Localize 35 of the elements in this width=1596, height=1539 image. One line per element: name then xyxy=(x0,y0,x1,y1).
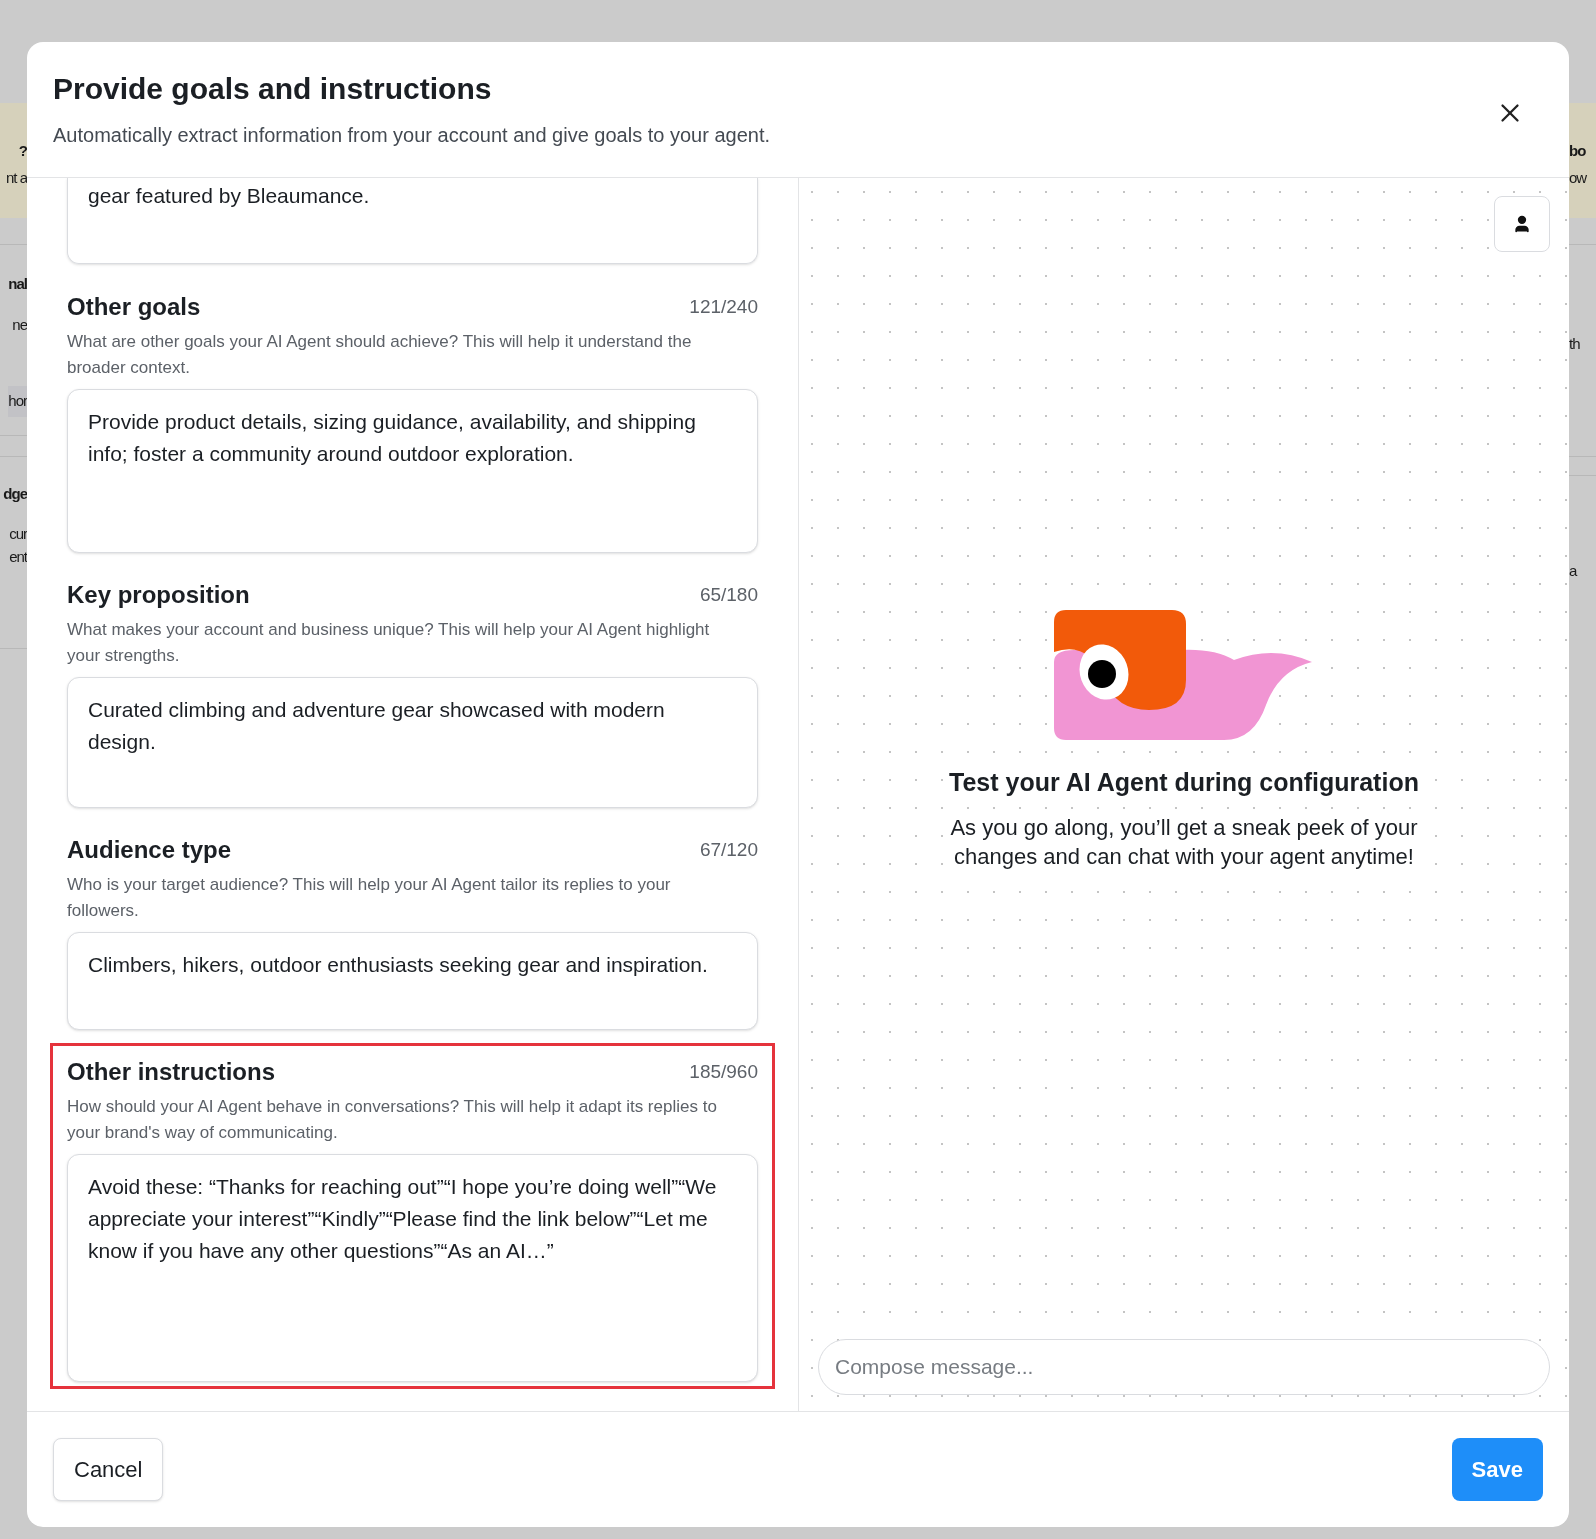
background-text: ne xyxy=(12,314,27,335)
dialog-subtitle: Automatically extract information from your account and give goals to your agent. xyxy=(53,123,771,148)
person-icon xyxy=(1512,214,1532,234)
character-count: 67/120 xyxy=(699,837,758,862)
text-area[interactable]: gear featured by Bleaumance. xyxy=(67,178,758,264)
section-title: Audience type xyxy=(67,835,232,865)
section-title: Key proposition xyxy=(67,580,250,610)
section-title: Other instructions xyxy=(67,1057,276,1087)
character-count: 121/240 xyxy=(689,294,758,319)
character-count: 65/180 xyxy=(699,582,758,607)
section-title: Other goals xyxy=(67,292,201,322)
background-text: ent xyxy=(9,546,27,567)
section-description: How should your AI Agent behave in conversations? This will help it adapt its replies to your brand's way of communicating. xyxy=(67,1096,718,1144)
section-description: Who is your target audience? This will help your AI Agent tailor its replies to your followers. xyxy=(67,874,672,922)
section-description: What are other goals your AI Agent should achieve? This will help it understand the broader context. xyxy=(67,331,693,379)
text-area[interactable]: Provide product details, sizing guidance, availability, and shipping info; foster a community around outdoor exploration. xyxy=(67,389,758,553)
cancel-button[interactable]: Cancel xyxy=(53,1438,164,1501)
background-heading: ? xyxy=(18,141,27,161)
background-heading: dge xyxy=(3,483,27,504)
background-heading: bo xyxy=(1569,141,1586,161)
background-text: a xyxy=(1569,560,1578,581)
text-area[interactable]: Avoid these: “Thanks for reaching out”“I hope you’re doing well”“We appreciate your interest”“Kindly”“Please find the link below”“Let me know if you have any other questions”“As an AI…” xyxy=(67,1154,758,1382)
background-text: th xyxy=(1569,334,1581,354)
dialog-title: Provide goals and instructions xyxy=(53,72,493,106)
background-text: nt a xyxy=(5,167,27,188)
background-text: ow xyxy=(1569,167,1587,188)
compose-field[interactable]: Compose message... xyxy=(818,1339,1550,1395)
text-area[interactable]: Curated climbing and adventure gear showcased with modern design. xyxy=(67,677,758,808)
background-text: cur xyxy=(9,524,27,544)
background-text: hor xyxy=(8,386,27,417)
background-heading: nal xyxy=(8,274,27,294)
section-description: What makes your account and business unique? This will help your AI Agent highlight your strengths. xyxy=(67,619,711,667)
profile-button[interactable] xyxy=(1494,196,1550,252)
text-area[interactable]: Climbers, hikers, outdoor enthusiasts seeking gear and inspiration. xyxy=(67,932,758,1030)
character-count: 185/960 xyxy=(689,1059,758,1084)
